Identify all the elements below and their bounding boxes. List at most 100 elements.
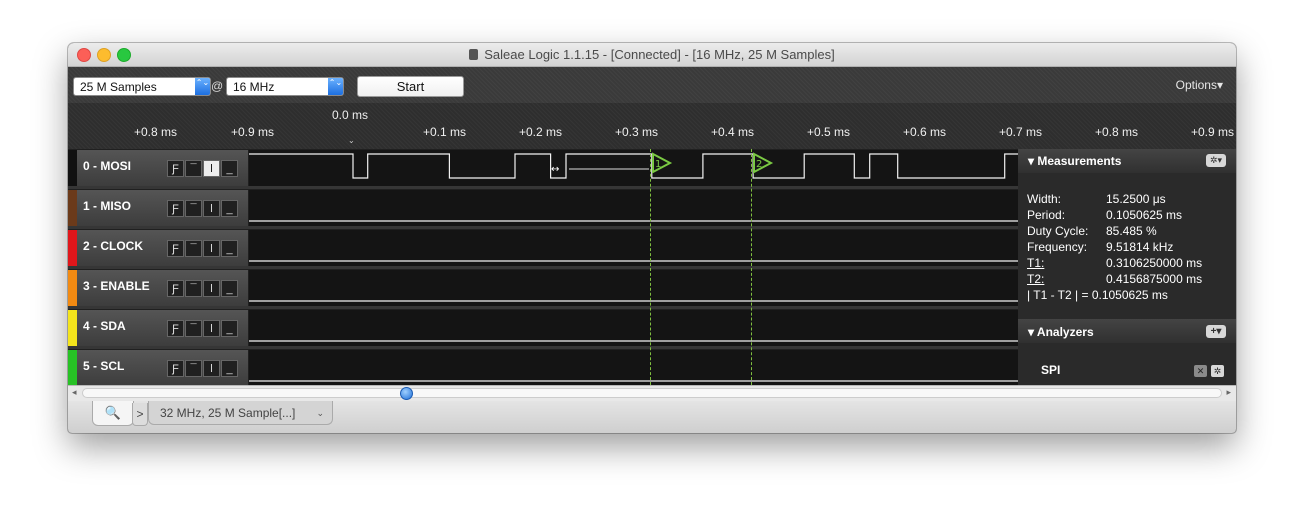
trigger-buttons-clock: Ƒ ¯ Ɩ _	[167, 239, 242, 258]
measure-duty-label: Duty Cycle:	[1027, 224, 1089, 238]
trigger-rising-edge-icon[interactable]: Ƒ	[167, 360, 184, 377]
sda-waveform	[249, 340, 1018, 342]
time-ruler[interactable]: 0.0 ms ⌄ +0.8 ms +0.9 ms +0.1 ms +0.2 ms…	[68, 103, 1236, 149]
trigger-buttons-enable: Ƒ ¯ Ɩ _	[167, 279, 242, 298]
channel-label-clock[interactable]: 2 - CLOCK Ƒ ¯ Ɩ _	[68, 230, 248, 267]
trigger-high-icon[interactable]: ¯	[185, 240, 202, 257]
sample-rate-stepper-icon: ⌃⌄	[328, 78, 343, 95]
trigger-rising-edge-icon[interactable]: Ƒ	[167, 320, 184, 337]
analyzers-header[interactable]: ▾ Analyzers +▾	[1018, 319, 1236, 343]
ruler-tick: +0.4 ms	[711, 125, 755, 139]
marker-2-line	[751, 149, 752, 385]
measure-period-value: 0.1050625 ms	[1106, 208, 1183, 222]
channel-name-enable: 3 - ENABLE	[83, 279, 150, 293]
channel-label-scl[interactable]: 5 - SCL Ƒ ¯ Ɩ _	[68, 350, 248, 387]
timing-marker-2-label: 2	[756, 159, 762, 170]
chevron-down-icon[interactable]: ⌄	[316, 401, 324, 425]
measure-frequency-label: Frequency:	[1027, 240, 1088, 254]
mosi-waveform: ↔ 1 2	[249, 152, 1061, 179]
trigger-low-icon[interactable]: _	[221, 240, 238, 257]
scroll-right-icon[interactable]: ▸	[1226, 387, 1231, 398]
channel-name-mosi: 0 - MOSI	[83, 159, 132, 173]
scroll-thumb[interactable]	[400, 387, 413, 400]
tab-session[interactable]: 32 MHz, 25 M Sample[...] ⌄	[148, 401, 333, 425]
close-window-button[interactable]	[77, 48, 91, 62]
channel-label-mosi[interactable]: 0 - MOSI Ƒ ¯ Ɩ _	[68, 150, 248, 187]
sample-rate-value: 16 MHz	[233, 80, 275, 94]
trigger-rising-edge-icon[interactable]: Ƒ	[167, 240, 184, 257]
waveform-lane-sda[interactable]	[249, 310, 1018, 348]
trigger-rising-edge-icon[interactable]: Ƒ	[167, 200, 184, 217]
tab-session-label: 32 MHz, 25 M Sample[...]	[160, 406, 296, 420]
add-analyzer-button[interactable]: +▾	[1206, 325, 1226, 338]
sample-count-select[interactable]: 25 M Samples ⌃⌄	[73, 77, 211, 96]
options-menu[interactable]: Options▾	[1176, 78, 1223, 92]
sample-rate-select[interactable]: 16 MHz ⌃⌄	[226, 77, 344, 96]
miso-waveform	[249, 220, 1018, 222]
measure-t2-label[interactable]: T2:	[1027, 272, 1044, 286]
measure-t1-value: 0.3106250000 ms	[1106, 256, 1203, 270]
trigger-falling-edge-icon[interactable]: Ɩ	[203, 280, 220, 297]
channel-row-scl: 5 - SCL Ƒ ¯ Ɩ _	[68, 349, 1018, 389]
scroll-track[interactable]	[82, 388, 1222, 398]
trigger-falling-edge-icon[interactable]: Ɩ	[203, 200, 220, 217]
analyzers-title-text: Analyzers	[1036, 325, 1094, 339]
start-button[interactable]: Start	[357, 76, 464, 97]
trigger-low-icon[interactable]: _	[221, 320, 238, 337]
session-tab-bar: 🔍 > 32 MHz, 25 M Sample[...] ⌄	[68, 401, 1236, 433]
analyzers-title: ▾ Analyzers	[1028, 325, 1094, 339]
channel-label-miso[interactable]: 1 - MISO Ƒ ¯ Ɩ _	[68, 190, 248, 227]
measurements-gear-icon[interactable]: ✲▾	[1206, 154, 1226, 167]
waveform-lane-scl[interactable]	[249, 350, 1018, 388]
ruler-tick: +0.6 ms	[903, 125, 947, 139]
measure-frequency-value: 9.51814 kHz	[1106, 240, 1174, 254]
trigger-low-icon[interactable]: _	[221, 200, 238, 217]
waveform-lane-clock[interactable]	[249, 230, 1018, 268]
trigger-falling-edge-icon[interactable]: Ɩ	[203, 240, 220, 257]
trigger-buttons-miso: Ƒ ¯ Ɩ _	[167, 199, 242, 218]
horizontal-scrollbar[interactable]: ◂ ▸	[68, 385, 1236, 401]
ruler-tick: +0.5 ms	[807, 125, 851, 139]
trigger-buttons-scl: Ƒ ¯ Ɩ _	[167, 359, 242, 378]
trigger-falling-edge-icon[interactable]: Ɩ	[203, 160, 220, 177]
trigger-falling-edge-icon[interactable]: Ɩ	[203, 360, 220, 377]
analyzer-item-spi[interactable]: SPI	[1041, 363, 1060, 377]
sample-count-stepper-icon: ⌃⌄	[195, 78, 210, 95]
tab-arrow-icon[interactable]: >	[132, 403, 148, 426]
channel-color-enable	[68, 270, 77, 306]
trigger-falling-edge-icon[interactable]: Ɩ	[203, 320, 220, 337]
remove-analyzer-icon[interactable]: ✕	[1194, 365, 1207, 377]
search-icon[interactable]: 🔍	[92, 401, 134, 426]
waveform-lane-mosi[interactable]: ↔ 1 2	[249, 150, 1061, 188]
trigger-high-icon[interactable]: ¯	[185, 360, 202, 377]
waveform-lane-miso[interactable]	[249, 190, 1018, 228]
measurements-title-text: Measurements	[1037, 154, 1122, 168]
channel-row-miso: 1 - MISO Ƒ ¯ Ɩ _	[68, 189, 1018, 229]
ruler-tick: +0.9 ms	[231, 125, 275, 139]
trigger-low-icon[interactable]: _	[221, 280, 238, 297]
trigger-rising-edge-icon[interactable]: Ƒ	[167, 280, 184, 297]
zoom-window-button[interactable]	[117, 48, 131, 62]
analyzer-settings-gear-icon[interactable]: ✲	[1211, 365, 1224, 377]
title-bar: Saleae Logic 1.1.15 - [Connected] - [16 …	[68, 43, 1236, 67]
trigger-high-icon[interactable]: ¯	[185, 200, 202, 217]
channel-label-enable[interactable]: 3 - ENABLE Ƒ ¯ Ɩ _	[68, 270, 248, 307]
minimize-window-button[interactable]	[97, 48, 111, 62]
zero-caret-icon: ⌄	[348, 136, 355, 145]
trigger-high-icon[interactable]: ¯	[185, 160, 202, 177]
waveform-lane-enable[interactable]	[249, 270, 1018, 308]
trigger-rising-edge-icon[interactable]: Ƒ	[167, 160, 184, 177]
scroll-left-icon[interactable]: ◂	[72, 387, 77, 398]
trigger-low-icon[interactable]: _	[221, 360, 238, 377]
trigger-high-icon[interactable]: ¯	[185, 280, 202, 297]
measure-period-label: Period:	[1027, 208, 1066, 222]
trigger-low-icon[interactable]: _	[221, 160, 238, 177]
measure-t1-label[interactable]: T1:	[1027, 256, 1044, 270]
channel-row-clock: 2 - CLOCK Ƒ ¯ Ɩ _	[68, 229, 1018, 269]
timing-marker-1-label: 1	[655, 159, 661, 170]
channel-label-sda[interactable]: 4 - SDA Ƒ ¯ Ɩ _	[68, 310, 248, 347]
measurements-header[interactable]: ▾ Measurements ✲▾	[1018, 149, 1236, 173]
channel-name-scl: 5 - SCL	[83, 359, 125, 373]
marker-1-line	[650, 149, 651, 385]
trigger-high-icon[interactable]: ¯	[185, 320, 202, 337]
